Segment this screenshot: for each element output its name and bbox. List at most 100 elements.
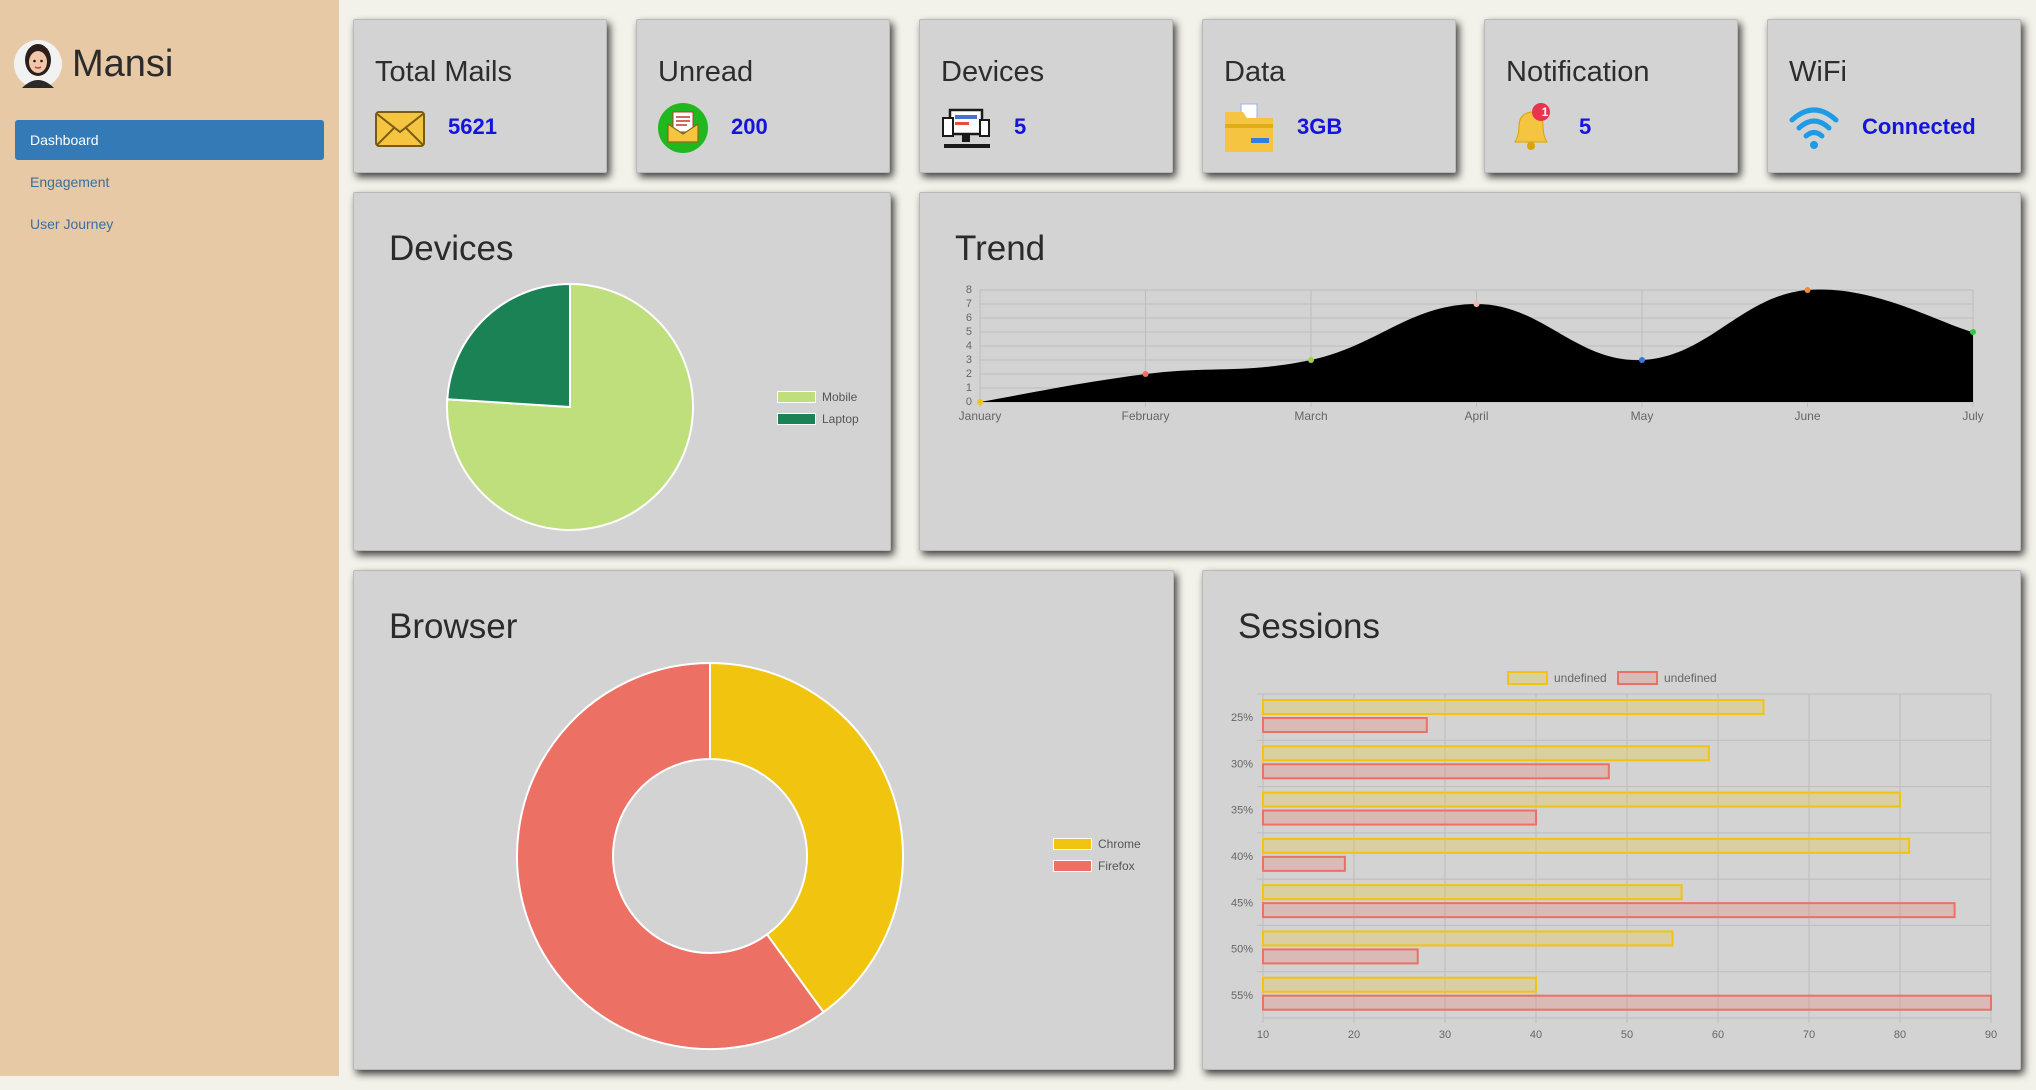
browser-doughnut-chart[interactable] <box>354 571 1175 1071</box>
bar <box>1262 809 1537 826</box>
y-tick-label: 8 <box>966 284 972 296</box>
bar <box>1262 745 1710 762</box>
wifi-icon <box>1789 107 1839 149</box>
stat-value: 200 <box>731 114 768 139</box>
x-tick-label: May <box>1631 409 1654 423</box>
y-tick-label: 1 <box>966 382 972 394</box>
sessions-panel: Sessions undefined undefined 10 20 30 40 50 60 7… <box>1202 570 2021 1070</box>
y-tick-label: 45% <box>1231 897 1253 909</box>
user-profile: Mansi <box>14 36 173 92</box>
x-tick-label: 80 <box>1894 1029 1906 1041</box>
bar <box>1262 976 1537 993</box>
x-tick-label: July <box>1962 409 1983 423</box>
bar <box>1262 763 1610 780</box>
stat-title: Data <box>1224 56 1286 88</box>
stat-value: Connected <box>1862 114 1976 139</box>
y-tick-label: 25% <box>1231 712 1253 724</box>
y-tick-label: 40% <box>1231 851 1253 863</box>
y-tick-label: 50% <box>1231 944 1253 956</box>
data-point <box>1142 371 1149 377</box>
devices-pie-chart[interactable] <box>354 193 892 552</box>
user-name: Mansi <box>72 42 174 85</box>
x-tick-label: 10 <box>1257 1029 1269 1041</box>
stat-card-total-mails[interactable]: Total Mails 5621 <box>353 19 607 173</box>
stat-card-unread[interactable]: Unread 200 <box>636 19 890 173</box>
sidebar: Mansi Dashboard Engagement User Journey <box>0 0 339 1076</box>
legend-swatch <box>777 413 816 425</box>
bar <box>1262 837 1911 854</box>
x-tick-label: 50 <box>1621 1029 1633 1041</box>
x-tick-label: February <box>1121 409 1169 423</box>
stat-title: Total Mails <box>375 56 512 88</box>
stat-value: 5 <box>1014 114 1027 139</box>
nav-item-user-journey[interactable]: User Journey <box>15 204 324 244</box>
stat-title: Notification <box>1506 56 1650 88</box>
y-tick-label: 2 <box>966 368 972 380</box>
x-tick-label: January <box>959 409 1002 423</box>
devices-legend: Mobile Laptop <box>777 386 859 430</box>
sidebar-nav: Dashboard Engagement User Journey <box>15 120 324 246</box>
y-tick-label: 35% <box>1231 805 1253 817</box>
y-tick-label: 30% <box>1231 758 1253 770</box>
legend-label: Chrome <box>1098 837 1141 851</box>
legend-label: undefined <box>1554 671 1607 685</box>
x-tick-label: 30 <box>1439 1029 1451 1041</box>
bar <box>1262 699 1765 715</box>
bar <box>1262 717 1428 733</box>
folder-icon <box>1225 103 1273 152</box>
stat-title: WiFi <box>1789 56 1847 88</box>
bar <box>1262 855 1346 872</box>
computer-devices-icon <box>942 108 990 148</box>
y-tick-label: 55% <box>1231 990 1253 1002</box>
notification-badge: 1 <box>1541 105 1549 119</box>
legend-swatch <box>777 391 816 403</box>
legend-swatch <box>1053 838 1092 850</box>
envelope-icon <box>375 111 425 147</box>
stat-card-wifi[interactable]: WiFi Connected <box>1767 19 2021 173</box>
data-point <box>1970 329 1976 335</box>
y-tick-label: 4 <box>966 340 972 352</box>
y-tick-label: 5 <box>966 326 972 338</box>
data-point <box>1473 301 1480 307</box>
browser-legend: Chrome Firefox <box>1053 833 1141 877</box>
legend-label: undefined <box>1664 671 1717 685</box>
trend-panel: Trend 0 1 2 3 4 5 6 7 8 January February March April… <box>919 192 2021 551</box>
bar <box>1262 884 1683 901</box>
stat-title: Devices <box>941 56 1045 88</box>
x-tick-label: 40 <box>1530 1029 1542 1041</box>
trend-area-chart[interactable]: 0 1 2 3 4 5 6 7 8 January February March April May Jun… <box>920 193 2022 552</box>
slice-laptop <box>446 282 571 409</box>
legend-swatch <box>1053 860 1092 872</box>
x-tick-label: 20 <box>1348 1029 1360 1041</box>
legend-item[interactable]: Mobile <box>777 386 859 408</box>
devices-panel: Devices Mobile Laptop <box>353 192 891 551</box>
data-point <box>1804 287 1811 293</box>
stat-card-notification[interactable]: Notification 1 5 <box>1484 19 1738 173</box>
x-tick-label: 70 <box>1803 1029 1815 1041</box>
bar <box>1262 994 1992 1011</box>
stat-value: 3GB <box>1297 114 1343 139</box>
stat-card-devices[interactable]: Devices 5 <box>919 19 1173 173</box>
y-tick-label: 0 <box>966 396 972 408</box>
legend-swatch <box>1617 671 1658 685</box>
nav-item-engagement[interactable]: Engagement <box>15 162 324 202</box>
data-point <box>1639 357 1645 363</box>
x-tick-label: April <box>1464 409 1488 423</box>
y-tick-label: 7 <box>966 298 972 310</box>
legend-item[interactable]: Laptop <box>777 408 859 430</box>
sessions-bar-chart[interactable]: undefined undefined 10 20 30 40 50 60 70 80 90 25% 3… <box>1203 571 2022 1071</box>
legend-label: Mobile <box>822 390 858 404</box>
stat-value: 5 <box>1579 114 1592 139</box>
stat-card-data[interactable]: Data 3GB <box>1202 19 1456 173</box>
nav-item-dashboard[interactable]: Dashboard <box>15 120 324 160</box>
x-tick-label: 90 <box>1985 1029 1997 1041</box>
legend-item[interactable]: Firefox <box>1053 855 1141 877</box>
bar <box>1262 902 1956 919</box>
avatar[interactable] <box>14 36 62 92</box>
legend-label: Firefox <box>1098 859 1135 873</box>
browser-panel: Browser Chrome Firefox <box>353 570 1174 1070</box>
legend-item[interactable]: Chrome <box>1053 833 1141 855</box>
stat-title: Unread <box>658 56 754 88</box>
bar <box>1262 791 1901 808</box>
x-tick-label: 60 <box>1712 1029 1724 1041</box>
